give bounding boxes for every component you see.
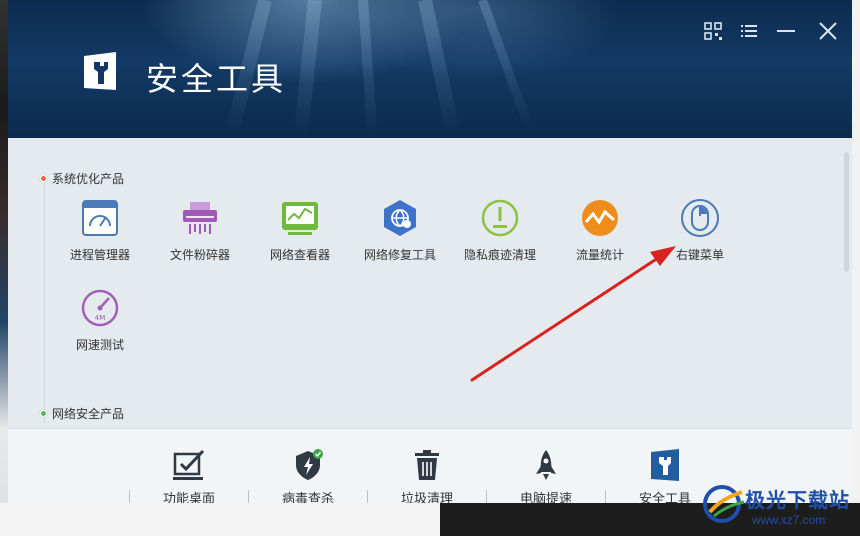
desktop-background-left <box>0 0 8 536</box>
light-ray <box>418 0 461 137</box>
menu-icon[interactable] <box>736 18 762 44</box>
tool-file-shredder[interactable]: 文件粉碎器 <box>150 198 250 263</box>
tools-content-area <box>8 138 852 428</box>
tool-label: 网络查看器 <box>269 248 330 262</box>
tool-label: 流量统计 <box>575 248 624 262</box>
tool-process-manager[interactable]: 进程管理器 <box>50 198 150 263</box>
light-ray <box>358 0 378 139</box>
speed-test-icon: 4M <box>81 289 119 327</box>
rocket-icon <box>536 450 556 480</box>
nav-label: 垃圾清理 <box>400 491 453 503</box>
desktop-check-icon <box>173 449 205 480</box>
shield-virus-icon <box>296 449 323 480</box>
tool-label: 进程管理器 <box>69 248 130 262</box>
tool-label: 文件粉碎器 <box>169 248 230 262</box>
network-viewer-icon <box>282 202 318 235</box>
tool-network-repair[interactable]: 网络修复工具 <box>350 198 450 263</box>
nav-pc-speedup[interactable]: 电脑提速 <box>487 448 605 503</box>
privacy-cleaner-icon <box>481 199 519 237</box>
desktop-background-right <box>852 0 860 536</box>
window-title: 安全工具 <box>146 61 287 97</box>
trash-icon <box>415 450 439 480</box>
light-ray <box>478 0 534 132</box>
file-shredder-icon <box>183 202 217 234</box>
nav-virus-scan[interactable]: 病毒查杀 <box>249 448 367 503</box>
right-click-menu-icon <box>681 199 719 237</box>
tool-label: 右键菜单 <box>675 248 724 262</box>
process-manager-icon <box>82 200 118 236</box>
tool-privacy-cleaner[interactable]: 隐私痕迹清理 <box>450 198 550 263</box>
tool-traffic-stats[interactable]: 流量统计 <box>550 198 650 263</box>
traffic-stats-icon <box>582 200 618 236</box>
section-dot-icon <box>40 175 47 182</box>
nav-label: 安全工具 <box>638 491 691 503</box>
scrollbar-thumb[interactable] <box>844 152 849 272</box>
nav-label: 功能桌面 <box>162 491 215 503</box>
nav-label: 电脑提速 <box>519 491 572 503</box>
tool-network-viewer[interactable]: 网络查看器 <box>250 198 350 263</box>
security-tools-window: 安全工具 系统优化产品 进程管理器 文件粉碎器 网络查看器 网络修复工具 隐私痕… <box>8 0 852 503</box>
section-system-optimization: 系统优化产品 <box>40 170 124 187</box>
watermark-url: www.xz7.com <box>752 513 826 527</box>
tool-right-click-menu[interactable]: 右键菜单 <box>650 198 750 263</box>
nav-junk-cleanup[interactable]: 垃圾清理 <box>368 448 486 503</box>
tool-speed-test[interactable]: 4M 网速测试 <box>50 288 150 353</box>
section-network-security: 网络安全产品 <box>40 405 124 422</box>
minimize-icon[interactable] <box>773 18 799 44</box>
section-label: 系统优化产品 <box>52 172 125 186</box>
light-ray <box>293 0 322 138</box>
security-tools-icon <box>651 449 679 481</box>
tool-label: 隐私痕迹清理 <box>463 248 536 262</box>
security-tools-logo-icon <box>84 52 116 90</box>
section-dot-icon <box>40 410 47 417</box>
desktop-background-bottom-left <box>0 503 440 536</box>
tool-label: 网络修复工具 <box>363 248 436 262</box>
nav-function-desktop[interactable]: 功能桌面 <box>130 448 248 503</box>
network-repair-icon <box>384 200 416 236</box>
svg-text:4M: 4M <box>95 314 106 322</box>
close-icon[interactable] <box>815 18 841 44</box>
tool-label: 网速测试 <box>75 338 124 352</box>
section-label: 网络安全产品 <box>52 407 125 421</box>
watermark-text: 极光下载站 <box>745 490 850 512</box>
section-timeline <box>44 183 45 423</box>
nav-label: 病毒查杀 <box>281 491 334 503</box>
qr-code-icon[interactable] <box>700 18 726 44</box>
